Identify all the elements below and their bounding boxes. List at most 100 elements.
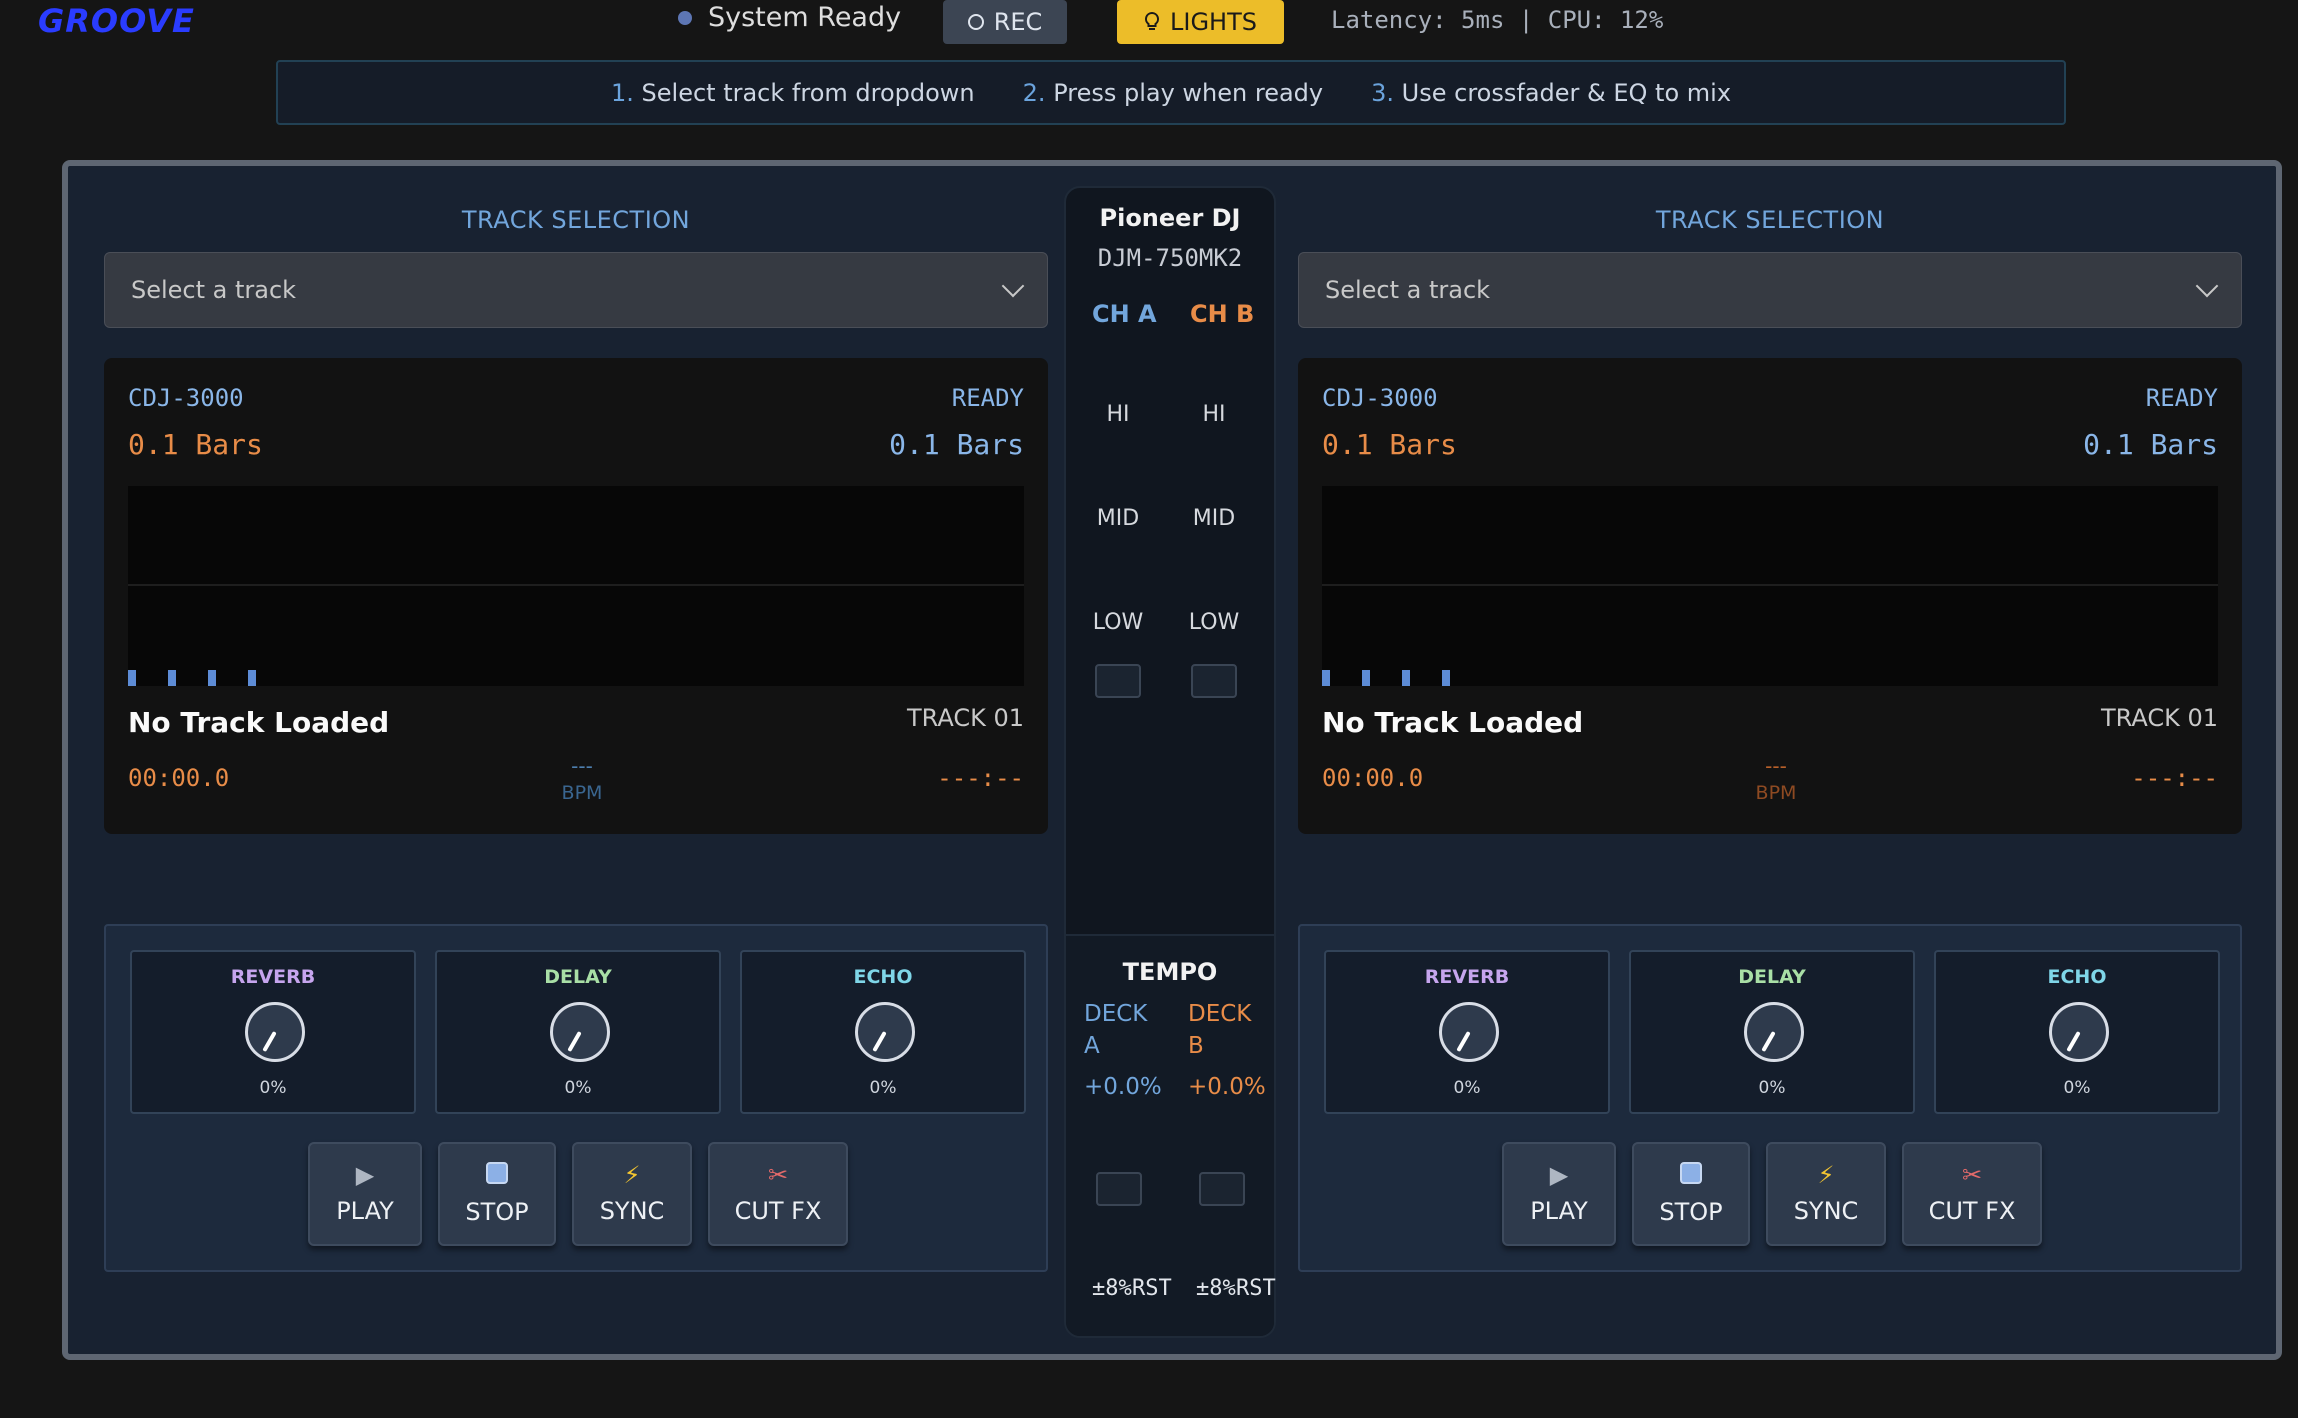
knob-indicator — [1761, 1031, 1776, 1053]
lightning-icon: ⚡ — [1817, 1161, 1835, 1189]
track-select-dropdown[interactable]: Select a track — [104, 252, 1048, 328]
rec-button-label: REC — [993, 8, 1043, 36]
eq-mid-b[interactable]: MID — [1174, 506, 1254, 531]
delay-knob[interactable] — [550, 1002, 610, 1062]
fx-value: 0% — [259, 1078, 287, 1098]
tempo-deck-b-label: DECK B — [1188, 1001, 1252, 1059]
fx-reverb: REVERB 0% — [130, 950, 416, 1114]
channel-a-label: CH A — [1092, 300, 1157, 328]
knob-indicator — [1456, 1031, 1471, 1053]
bars-counter-left: 0.1 Bars — [128, 428, 263, 461]
sync-button[interactable]: ⚡ SYNC — [1766, 1142, 1886, 1246]
reverb-knob[interactable] — [245, 1002, 305, 1062]
lightbulb-icon — [1144, 11, 1160, 30]
cut-fx-button[interactable]: ✂ CUT FX — [1902, 1142, 2042, 1246]
fx-reverb: REVERB 0% — [1324, 950, 1610, 1114]
sync-button[interactable]: ⚡ SYNC — [572, 1142, 692, 1246]
fx-value: 0% — [564, 1078, 592, 1098]
eq-hi-a[interactable]: HI — [1078, 402, 1158, 427]
knob-indicator — [567, 1031, 582, 1053]
play-button[interactable]: ▶ PLAY — [1502, 1142, 1616, 1246]
fx-label: ECHO — [2047, 966, 2107, 988]
play-icon: ▶ — [355, 1161, 375, 1189]
beat-marker — [1402, 670, 1410, 686]
app-logo: GROOVE — [38, 2, 195, 40]
lights-button[interactable]: LIGHTS — [1117, 0, 1284, 44]
channel-b-label: CH B — [1190, 300, 1255, 328]
tempo-range-a[interactable]: ±8% — [1092, 1276, 1132, 1301]
knob-indicator — [2066, 1031, 2081, 1053]
beat-marker — [208, 670, 216, 686]
system-status: System Ready — [678, 2, 901, 33]
track-select-dropdown[interactable]: Select a track — [1298, 252, 2242, 328]
latency-readout: Latency: 5ms | CPU: 12% — [1331, 6, 1664, 34]
mixer-brand: Pioneer DJ — [1099, 204, 1241, 232]
bpm-value: --- — [571, 754, 593, 778]
track-select-placeholder: Select a track — [131, 276, 297, 304]
fx-value: 0% — [1453, 1078, 1481, 1098]
instruction-step: 3. Use crossfader & EQ to mix — [1371, 78, 1732, 107]
fx-delay: DELAY 0% — [435, 950, 721, 1114]
fx-label: DELAY — [544, 966, 612, 988]
tempo-a-slider[interactable] — [1096, 1172, 1142, 1206]
waveform-display[interactable] — [128, 486, 1024, 686]
record-circle-icon — [967, 14, 984, 30]
beat-marker — [1322, 670, 1330, 686]
fx-label: REVERB — [230, 966, 316, 988]
remaining-time: ---:-- — [2131, 764, 2218, 792]
beat-marker — [168, 670, 176, 686]
cut-fx-button[interactable]: ✂ CUT FX — [708, 1142, 848, 1246]
eq-hi-b[interactable]: HI — [1174, 402, 1254, 427]
bars-counter-right: 0.1 Bars — [889, 428, 1024, 461]
eq-low-b[interactable]: LOW — [1174, 610, 1254, 635]
track-title: No Track Loaded — [128, 706, 390, 739]
delay-knob[interactable] — [1744, 1002, 1804, 1062]
channel-b-cue-button[interactable] — [1191, 664, 1237, 698]
instruction-step: 1. Select track from dropdown — [610, 78, 975, 107]
tempo-reset-a[interactable]: RST — [1132, 1276, 1172, 1301]
bpm-label: BPM — [1755, 782, 1797, 804]
track-selection-label: TRACK SELECTION — [1655, 206, 1885, 234]
beat-marker — [1362, 670, 1370, 686]
echo-knob[interactable] — [2049, 1002, 2109, 1062]
elapsed-time: 00:00.0 — [128, 764, 230, 792]
tempo-b-slider[interactable] — [1199, 1172, 1245, 1206]
reverb-knob[interactable] — [1439, 1002, 1499, 1062]
instruction-step: 2. Press play when ready — [1022, 78, 1324, 107]
stop-button[interactable]: STOP — [1632, 1142, 1750, 1246]
tempo-title: TEMPO — [1122, 958, 1218, 986]
echo-knob[interactable] — [855, 1002, 915, 1062]
track-title: No Track Loaded — [1322, 706, 1584, 739]
play-icon: ▶ — [1549, 1161, 1569, 1189]
eq-low-a[interactable]: LOW — [1078, 610, 1158, 635]
track-selection-label: TRACK SELECTION — [461, 206, 691, 234]
tempo-range-b[interactable]: ±8% — [1196, 1276, 1236, 1301]
cdj-display: CDJ-3000 READY 0.1 Bars 0.1 Bars No Trac… — [1298, 358, 2242, 834]
chevron-down-icon — [1001, 274, 1025, 298]
track-number: TRACK 01 — [906, 704, 1024, 732]
tempo-value-b: +0.0% — [1188, 1074, 1266, 1100]
track-number: TRACK 01 — [2100, 704, 2218, 732]
channel-a-cue-button[interactable] — [1095, 664, 1141, 698]
chevron-down-icon — [2195, 274, 2219, 298]
bars-counter-right: 0.1 Bars — [2083, 428, 2218, 461]
play-button[interactable]: ▶ PLAY — [308, 1142, 422, 1246]
waveform-display[interactable] — [1322, 486, 2218, 686]
fx-echo: ECHO 0% — [1934, 950, 2220, 1114]
rec-button[interactable]: REC — [943, 0, 1067, 44]
player-model: CDJ-3000 — [128, 384, 244, 412]
stop-button[interactable]: STOP — [438, 1142, 556, 1246]
player-status: READY — [951, 384, 1024, 412]
bars-counter-left: 0.1 Bars — [1322, 428, 1457, 461]
fx-label: ECHO — [853, 966, 913, 988]
tempo-deck-a-label: DECK A — [1084, 1001, 1148, 1059]
fx-label: DELAY — [1738, 966, 1806, 988]
stop-icon — [1680, 1162, 1702, 1188]
lightning-icon: ⚡ — [623, 1161, 641, 1189]
tempo-value-a: +0.0% — [1084, 1074, 1162, 1100]
system-status-text: System Ready — [708, 2, 902, 33]
eq-mid-a[interactable]: MID — [1078, 506, 1158, 531]
fx-value: 0% — [2063, 1078, 2091, 1098]
tempo-reset-b[interactable]: RST — [1236, 1276, 1276, 1301]
scissors-icon: ✂ — [1961, 1161, 1983, 1189]
